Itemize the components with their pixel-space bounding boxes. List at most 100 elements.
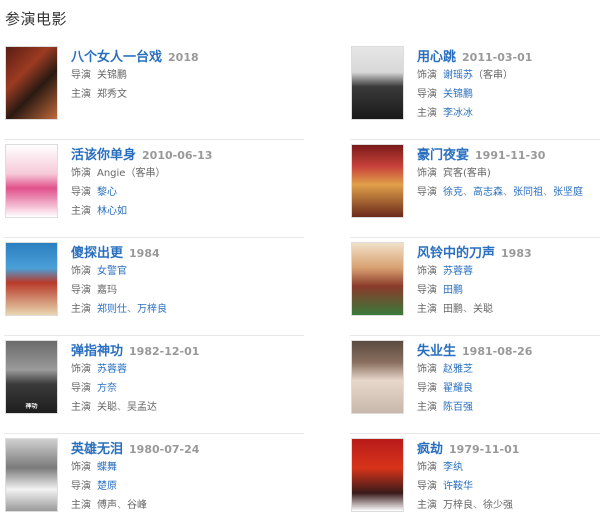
meta-label: 主演 <box>71 500 91 511</box>
film-card: 八个女人一台戏 2018 导演 关锦鹏 主演 郑秀文 <box>4 42 304 140</box>
name-separator: 、 <box>543 187 553 198</box>
film-card: 失业生 1981-08-26 饰演 赵雅芝 导演 翟耀良 主演 陈百强 <box>350 336 600 434</box>
person-link[interactable]: 徐克 <box>443 187 463 198</box>
film-meta-row: 饰演 李纨 <box>417 458 600 477</box>
person-link[interactable]: 楚原 <box>97 481 117 492</box>
film-meta-row: 饰演 蝶舞 <box>71 458 304 477</box>
film-title-link[interactable]: 用心跳 <box>417 50 456 65</box>
person-link[interactable]: 苏蓉蓉 <box>97 364 127 375</box>
film-poster[interactable] <box>351 340 404 414</box>
person-link[interactable]: 田鹏 <box>443 285 463 296</box>
film-info: 豪门夜宴 1991-11-30 饰演 宾客(客串) 导演 徐克、高志森、张同祖、张坚庭 <box>417 144 600 202</box>
cameo-note: （客串） <box>473 70 513 81</box>
film-release-date: 1983 <box>501 247 532 260</box>
person-link[interactable]: 陈百强 <box>443 402 473 413</box>
meta-label: 导演 <box>417 383 437 394</box>
name-separator: 、 <box>117 402 127 413</box>
person-link[interactable]: 赵雅芝 <box>443 364 473 375</box>
film-poster[interactable] <box>351 144 404 218</box>
person-link[interactable]: 张同祖 <box>513 187 543 198</box>
poster-image <box>6 145 57 217</box>
film-info: 弹指神功 1982-12-01 饰演 苏蓉蓉 导演 方奈 主演 关聪、吴孟达 <box>71 340 304 417</box>
meta-label: 导演 <box>71 70 91 81</box>
person-name: 傅声 <box>97 500 117 511</box>
film-meta-row: 导演 许鞍华 <box>417 477 600 496</box>
film-poster[interactable] <box>5 438 58 512</box>
meta-label: 主演 <box>417 304 437 315</box>
film-info: 活该你单身 2010-06-13 饰演 Angie（客串） 导演 黎心 主演 林心如 <box>71 144 304 221</box>
film-poster[interactable] <box>5 242 58 316</box>
film-meta-row: 主演 陈百强 <box>417 398 600 417</box>
film-release-date: 1979-11-01 <box>449 443 520 456</box>
film-meta-row: 导演 楚原 <box>71 477 304 496</box>
film-meta-row: 主演 田鹏、关聪 <box>417 300 600 319</box>
film-meta-row: 导演 翟耀良 <box>417 379 600 398</box>
person-link[interactable]: 李冰冰 <box>443 108 473 119</box>
meta-label: 饰演 <box>417 462 437 473</box>
meta-label: 导演 <box>417 89 437 100</box>
film-title-link[interactable]: 活该你单身 <box>71 148 136 163</box>
poster-image <box>6 47 57 119</box>
film-title-row: 用心跳 2011-03-01 <box>417 46 600 66</box>
film-title-link[interactable]: 疯劫 <box>417 442 443 457</box>
poster-caption: 神功 <box>25 403 38 410</box>
meta-label: 导演 <box>71 383 91 394</box>
film-title-link[interactable]: 八个女人一台戏 <box>71 50 162 65</box>
film-meta-row: 饰演 Angie（客串） <box>71 164 304 183</box>
film-title-row: 豪门夜宴 1991-11-30 <box>417 144 600 164</box>
film-meta-row: 导演 田鹏 <box>417 281 600 300</box>
person-link[interactable]: 李纨 <box>443 462 463 473</box>
film-meta-row: 导演 徐克、高志森、张同祖、张坚庭 <box>417 183 600 202</box>
person-link[interactable]: 万梓良 <box>137 304 167 315</box>
film-title-link[interactable]: 弹指神功 <box>71 344 123 359</box>
name-separator: 、 <box>117 500 127 511</box>
person-link[interactable]: 方奈 <box>97 383 117 394</box>
person-link[interactable]: 许鞍华 <box>443 481 473 492</box>
film-poster[interactable] <box>351 438 404 512</box>
film-card: 疯劫 1979-11-01 饰演 李纨 导演 许鞍华 主演 万梓良、徐少强 <box>350 434 600 532</box>
person-link[interactable]: 女警官 <box>97 266 127 277</box>
person-link[interactable]: 黎心 <box>97 187 117 198</box>
film-poster[interactable]: 神功 <box>5 340 58 414</box>
person-link[interactable]: 郑则仕 <box>97 304 127 315</box>
film-title-link[interactable]: 英雄无泪 <box>71 442 123 457</box>
film-meta-row: 导演 黎心 <box>71 183 304 202</box>
person-name: 嘉玛 <box>97 285 117 296</box>
film-title-link[interactable]: 失业生 <box>417 344 456 359</box>
film-meta-row: 导演 嘉玛 <box>71 281 304 300</box>
person-link[interactable]: 林心如 <box>97 206 127 217</box>
person-name: 关聪 <box>97 402 117 413</box>
person-link[interactable]: 翟耀良 <box>443 383 473 394</box>
film-title-row: 傻探出更 1984 <box>71 242 304 262</box>
film-poster[interactable] <box>351 242 404 316</box>
film-poster[interactable] <box>5 144 58 218</box>
film-title-link[interactable]: 豪门夜宴 <box>417 148 469 163</box>
person-name: 谷峰 <box>127 500 147 511</box>
person-link[interactable]: 谢瑶苏 <box>443 70 473 81</box>
poster-image <box>352 145 403 217</box>
person-link[interactable]: 高志森 <box>473 187 503 198</box>
film-poster[interactable] <box>351 46 404 120</box>
film-info: 失业生 1981-08-26 饰演 赵雅芝 导演 翟耀良 主演 陈百强 <box>417 340 600 417</box>
film-poster[interactable] <box>5 46 58 120</box>
person-link[interactable]: 苏蓉蓉 <box>443 266 473 277</box>
person-name: 关聪 <box>473 304 493 315</box>
film-meta-row: 主演 郑秀文 <box>71 85 304 104</box>
meta-label: 主演 <box>417 500 437 511</box>
person-link[interactable]: 关锦鹏 <box>443 89 473 100</box>
film-title-row: 弹指神功 1982-12-01 <box>71 340 304 360</box>
film-release-date: 2011-03-01 <box>462 51 533 64</box>
film-title-row: 疯劫 1979-11-01 <box>417 438 600 458</box>
meta-label: 主演 <box>417 402 437 413</box>
person-link[interactable]: 蝶舞 <box>97 462 117 473</box>
person-link[interactable]: 张坚庭 <box>553 187 583 198</box>
film-title-link[interactable]: 风铃中的刀声 <box>417 246 495 261</box>
film-title-link[interactable]: 傻探出更 <box>71 246 123 261</box>
poster-image <box>352 243 403 315</box>
person-name: 吴孟达 <box>127 402 157 413</box>
film-release-date: 1991-11-30 <box>475 149 546 162</box>
cameo-note: (客串) <box>463 168 491 179</box>
film-meta-row: 导演 方奈 <box>71 379 304 398</box>
name-separator: 、 <box>473 500 483 511</box>
meta-label: 饰演 <box>417 364 437 375</box>
